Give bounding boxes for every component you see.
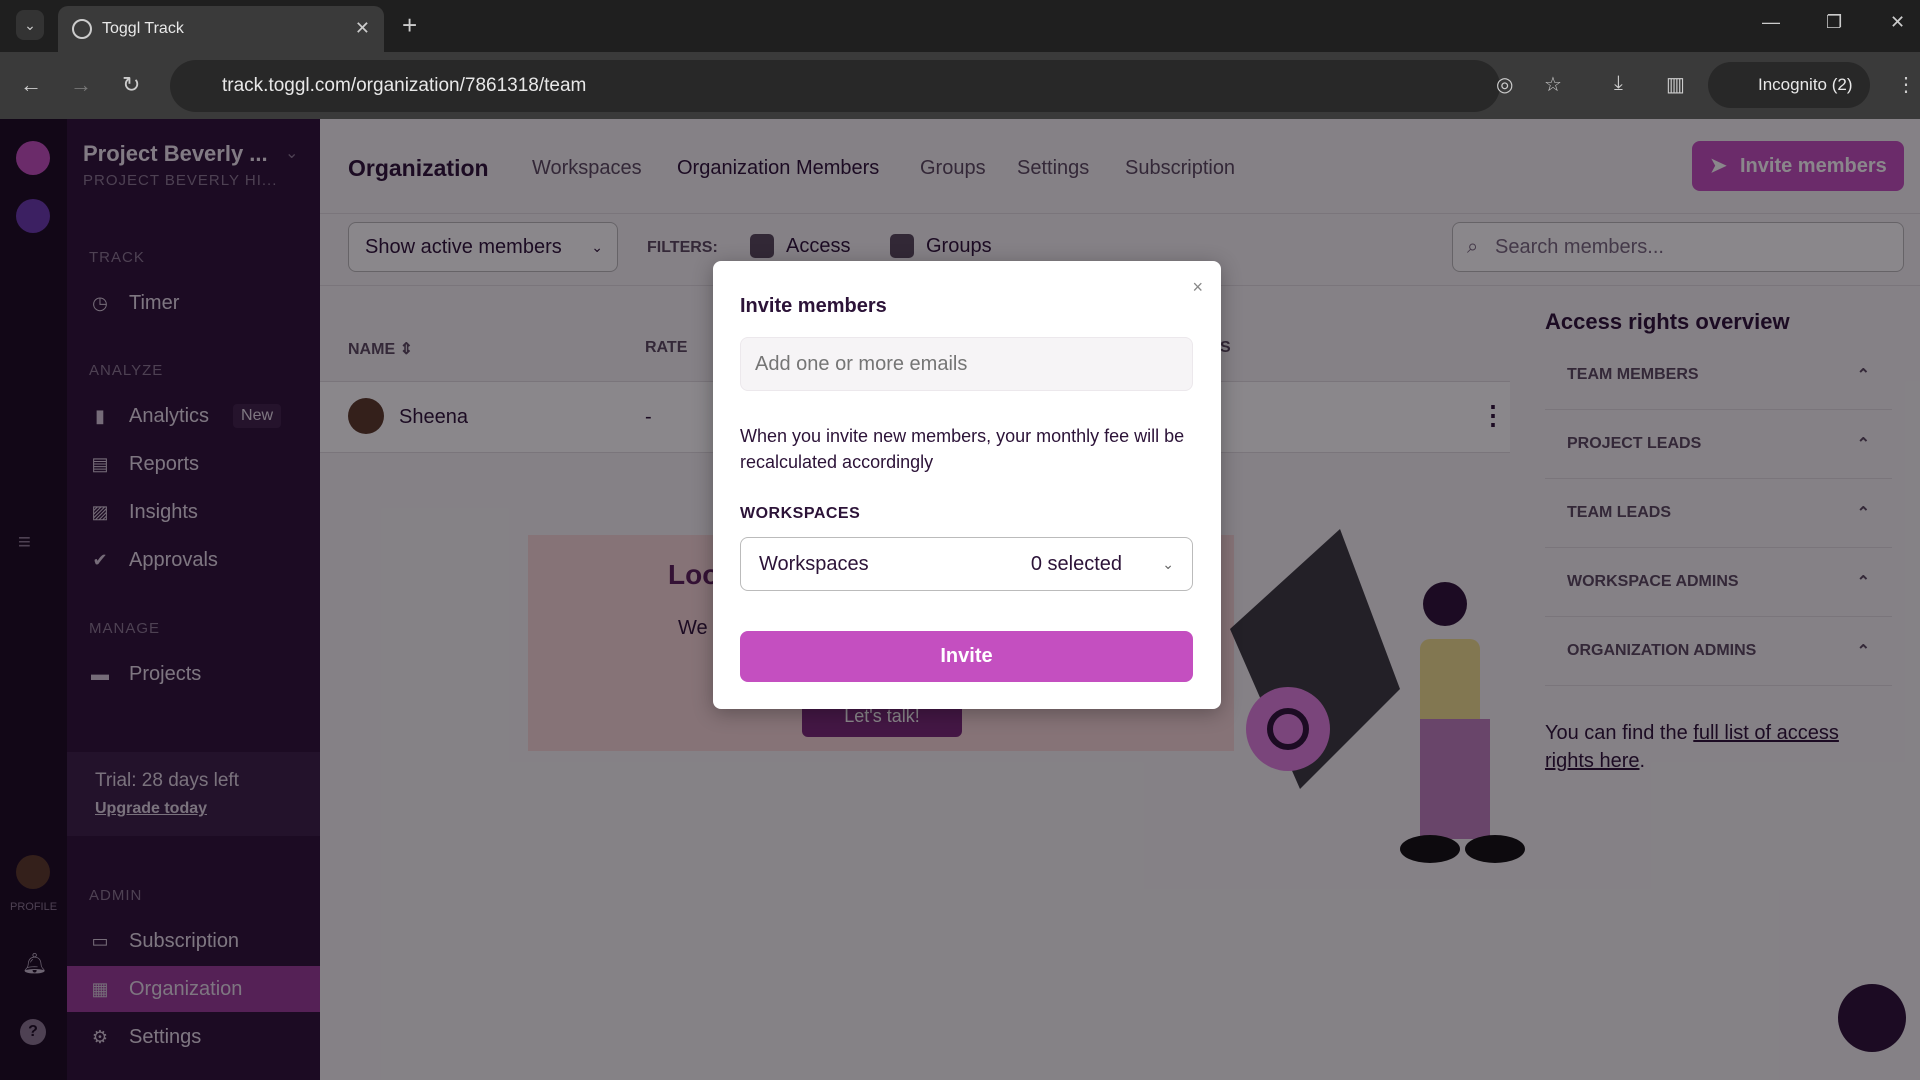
tab-search-button[interactable]: ⌄ bbox=[16, 10, 44, 40]
select-label: Workspaces bbox=[759, 553, 869, 575]
email-input[interactable] bbox=[740, 337, 1193, 391]
browser-tab[interactable]: Toggl Track ✕ bbox=[58, 6, 384, 52]
workspaces-label: WORKSPACES bbox=[740, 505, 861, 522]
workspaces-select[interactable]: Workspaces 0 selected ⌄ bbox=[740, 537, 1193, 591]
menu-icon[interactable]: ⋮ bbox=[1896, 72, 1916, 97]
modal-title: Invite members bbox=[740, 295, 887, 317]
reload-icon[interactable]: ↻ bbox=[122, 72, 140, 98]
restore-button[interactable]: ❐ bbox=[1826, 12, 1842, 33]
address-bar-row: ← → ↻ track.toggl.com/organization/78613… bbox=[0, 52, 1920, 119]
tab-title: Toggl Track bbox=[102, 20, 184, 37]
close-icon[interactable]: × bbox=[1192, 277, 1203, 298]
download-icon[interactable]: ⤓ bbox=[1614, 72, 1623, 95]
chevron-down-icon: ⌄ bbox=[1162, 556, 1174, 572]
back-icon[interactable]: ← bbox=[20, 72, 42, 98]
invite-members-modal: Invite members × When you invite new mem… bbox=[713, 261, 1221, 709]
forward-icon[interactable]: → bbox=[70, 72, 92, 98]
star-icon[interactable]: ☆ bbox=[1544, 72, 1562, 97]
close-window-button[interactable]: ✕ bbox=[1890, 12, 1905, 33]
invite-button[interactable]: Invite bbox=[740, 631, 1193, 682]
url-field[interactable]: track.toggl.com/organization/7861318/tea… bbox=[170, 60, 1500, 112]
eye-off-icon[interactable]: ◎ bbox=[1496, 72, 1513, 97]
close-tab-icon[interactable]: ✕ bbox=[355, 18, 370, 39]
new-tab-button[interactable]: + bbox=[402, 10, 417, 41]
selected-count: 0 selected bbox=[1030, 553, 1122, 575]
fee-note: When you invite new members, your monthl… bbox=[740, 426, 1185, 472]
minimize-button[interactable]: — bbox=[1762, 12, 1780, 33]
toggl-favicon-icon bbox=[72, 19, 92, 39]
side-panel-icon[interactable]: ▥ bbox=[1666, 72, 1685, 97]
browser-tab-bar: ⌄ Toggl Track ✕ + — ❐ ✕ bbox=[0, 0, 1920, 52]
incognito-badge[interactable]: Incognito (2) bbox=[1708, 62, 1870, 108]
